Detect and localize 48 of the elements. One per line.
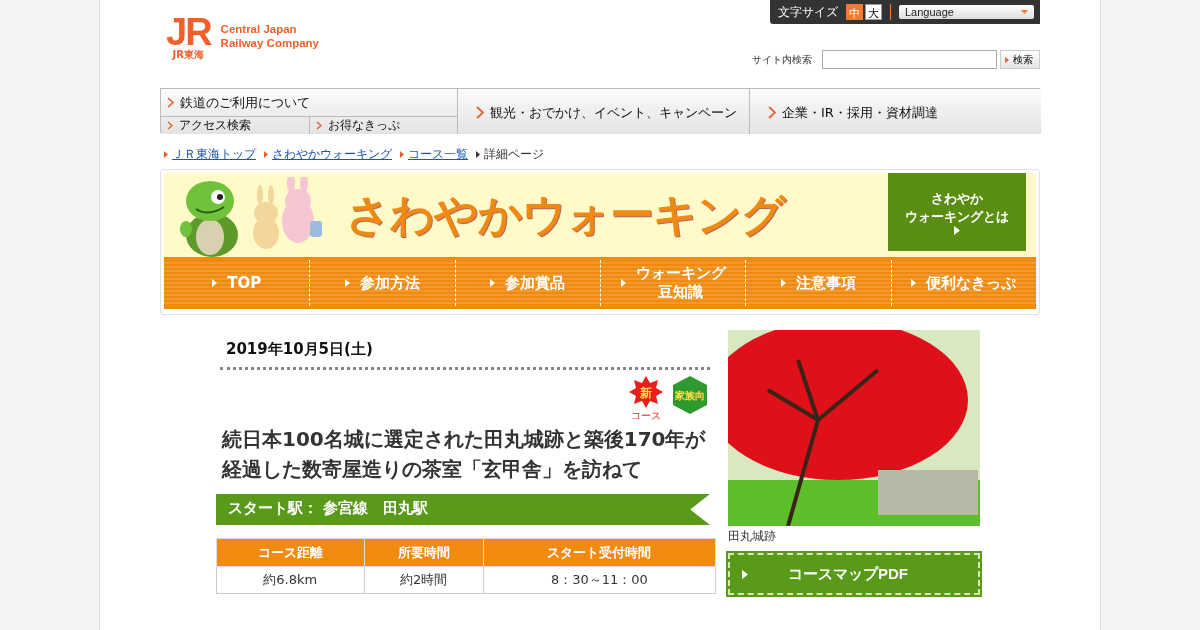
- arrow-icon: [742, 569, 748, 579]
- breadcrumb-link[interactable]: さわやかウォーキング: [272, 145, 392, 163]
- table-header: コース距離: [216, 538, 364, 567]
- arrow-icon: [212, 279, 218, 287]
- nav-link[interactable]: 鉄道のご利用について: [161, 89, 457, 117]
- search-button[interactable]: 検索: [1000, 50, 1040, 69]
- search-label: サイト内検索: [752, 52, 812, 67]
- banner-title: さわやかウォーキング: [346, 187, 788, 242]
- arrow-icon: [954, 225, 960, 235]
- chevron-icon: [167, 97, 174, 108]
- arrow-icon: [476, 150, 480, 158]
- chevron-icon: [476, 106, 484, 119]
- language-dropdown[interactable]: Language: [899, 5, 1034, 19]
- arrow-icon: [400, 150, 404, 158]
- breadcrumb-current: 詳細ページ: [484, 145, 544, 163]
- arrow-icon: [1005, 56, 1009, 63]
- logo-subtext: JR東海: [172, 48, 204, 62]
- nav-sublink[interactable]: アクセス検索: [161, 117, 309, 134]
- arrow-icon: [490, 279, 496, 287]
- table-header: 所要時間: [364, 538, 484, 567]
- arrow-icon: [911, 279, 917, 287]
- chevron-icon: [316, 121, 322, 130]
- breadcrumb-link[interactable]: コース一覧: [408, 145, 468, 163]
- font-size-label: 文字サイズ: [778, 5, 838, 19]
- table-cell: 約2時間: [364, 566, 484, 594]
- font-size-button[interactable]: 大: [865, 4, 882, 20]
- course-title: 続日本100名城に選定された田丸城跡と築後170年が経過した数寄屋造りの茶室「玄甲舎」を訪ねて: [222, 426, 707, 483]
- family-badge: 家族向: [672, 376, 708, 414]
- arrow-icon: [620, 279, 626, 287]
- nav-link[interactable]: 企業・IR・採用・資材調達: [750, 89, 1041, 134]
- arrow-icon: [164, 150, 168, 158]
- photo-caption: 田丸城跡: [728, 528, 777, 545]
- table-cell: 8：30～11：00: [483, 566, 716, 594]
- chevron-icon: [768, 106, 776, 119]
- about-link[interactable]: さわやか ウォーキングとは: [888, 173, 1026, 251]
- breadcrumb-link[interactable]: ＪＲ東海トップ: [172, 145, 256, 163]
- chevron-icon: [167, 121, 173, 130]
- event-date: 2019年10月5日(土): [220, 330, 710, 370]
- start-station-ribbon: スタート駅： 参宮線 田丸駅: [216, 494, 710, 525]
- table-header: スタート受付時間: [483, 538, 716, 567]
- nav-link[interactable]: 観光・おでかけ、イベント、キャンペーン: [458, 89, 749, 134]
- caret-icon: [1021, 10, 1028, 14]
- company-name: Central Japan Railway Company: [220, 22, 319, 50]
- table-cell: 約6.8km: [216, 566, 364, 594]
- arrow-icon: [264, 150, 268, 158]
- arrow-icon: [345, 279, 350, 287]
- arrow-icon: [781, 279, 786, 287]
- search-field[interactable]: [822, 50, 997, 69]
